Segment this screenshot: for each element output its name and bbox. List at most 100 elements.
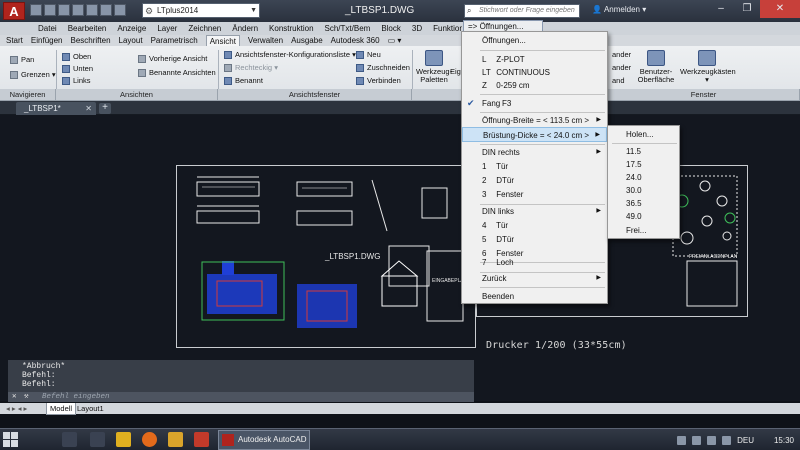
document-tab[interactable]: _LTBSP1* ✕: [16, 102, 96, 115]
view-top-button[interactable]: Oben: [62, 52, 91, 62]
search-input[interactable]: ⌕ Stichwort oder Frage eingeben: [464, 4, 580, 18]
command-line-input[interactable]: ✕ ⚒ Befehl eingeben: [8, 392, 474, 402]
tab-ansicht[interactable]: Ansicht: [205, 35, 240, 46]
tray-icon-2[interactable]: [692, 435, 702, 445]
menu-zeichnen[interactable]: Zeichnen: [188, 24, 221, 33]
named-button[interactable]: Benannt: [224, 76, 263, 86]
menu-bearbeiten[interactable]: Bearbeiten: [68, 24, 107, 33]
panel-title-palettes: [412, 89, 462, 100]
workspace-dropdown[interactable]: ⚙ LTplus2014 ▼: [142, 3, 260, 18]
minimize-icon[interactable]: –: [708, 0, 734, 18]
layout-nav-arrows[interactable]: ◂ ▸ ◂ ▸: [6, 403, 27, 414]
lt-app-icon[interactable]: [116, 432, 131, 447]
menu-item-fang[interactable]: ✔ Fang F3: [462, 96, 607, 111]
tray-icon-3[interactable]: [707, 435, 717, 445]
tab-einfuegen[interactable]: Einfügen: [31, 35, 63, 46]
menu-item-oeffnung-breite[interactable]: Öffnung-Breite = < 113.5 cm > ▶: [462, 113, 607, 128]
red-app-icon[interactable]: [194, 432, 209, 447]
menu-item-zurueck[interactable]: Zurück ▶: [462, 271, 607, 286]
tray-icon-1[interactable]: [677, 435, 687, 445]
window-and-3[interactable]: and: [612, 76, 625, 85]
restore-icon[interactable]: ❐: [734, 0, 760, 18]
tab-autodesk-360[interactable]: Autodesk 360: [331, 35, 380, 46]
tab-start[interactable]: Start: [6, 35, 23, 46]
menu-anzeige[interactable]: Anzeige: [117, 24, 146, 33]
app-icon[interactable]: [90, 432, 105, 447]
autocad-logo-icon[interactable]: A: [3, 2, 25, 20]
tab-layout[interactable]: Layout: [119, 35, 143, 46]
language-indicator[interactable]: DEU: [737, 436, 754, 445]
menu-item-tuer-rechts[interactable]: 1 Tür: [462, 159, 607, 174]
menu-item-tuer-links[interactable]: 4 Tür: [462, 218, 607, 233]
tab-modell[interactable]: Modell: [46, 403, 77, 415]
menu-3d[interactable]: 3D: [412, 24, 422, 33]
join-button[interactable]: Verbinden: [356, 76, 401, 86]
menu-item-bruestung-dicke[interactable]: Brüstung-Dicke = < 24.0 cm > ▶: [462, 127, 607, 142]
new-viewport-button[interactable]: Neu: [356, 50, 381, 60]
close-icon[interactable]: ✕: [760, 0, 800, 18]
tab-beschriften[interactable]: Beschriften: [71, 35, 111, 46]
clip-button[interactable]: Zuschneiden: [356, 63, 410, 73]
pan-button[interactable]: Pan: [10, 55, 34, 65]
menu-layer[interactable]: Layer: [157, 24, 177, 33]
print-icon[interactable]: [86, 4, 98, 16]
menu-aendern[interactable]: Ändern: [232, 24, 258, 33]
firefox-icon[interactable]: [142, 432, 157, 447]
menu-item-dtuer-links[interactable]: 5 DTür: [462, 232, 607, 247]
submenu-item-49-0[interactable]: 49.0: [608, 209, 679, 224]
viewport-config-button[interactable]: Ansichtsfenster-Konfigurationsliste ▾: [224, 50, 356, 60]
window-ander-1[interactable]: ander: [612, 50, 631, 59]
menu-item-din-rechts[interactable]: DIN rechts ▶: [462, 145, 607, 160]
menu-item-oeffnungen[interactable]: Öffnungen...: [462, 33, 607, 48]
grenzen-button[interactable]: Grenzen ▾: [10, 70, 56, 80]
clock[interactable]: 15:30: [774, 436, 794, 445]
tab-ausgabe[interactable]: Ausgabe: [291, 35, 323, 46]
new-tab-button[interactable]: +: [99, 103, 111, 114]
open-file-icon[interactable]: [44, 4, 56, 16]
tab-parametrisch[interactable]: Parametrisch: [151, 35, 198, 46]
submenu-item-holen[interactable]: Holen...: [608, 127, 679, 142]
close-command-icon[interactable]: ✕: [12, 392, 17, 402]
previous-view-button[interactable]: Vorherige Ansicht: [138, 54, 207, 64]
view-bottom-button[interactable]: Unten: [62, 64, 93, 74]
tray-icon-4[interactable]: [722, 435, 732, 445]
menu-item-fenster-rechts[interactable]: 3 Fenster: [462, 187, 607, 202]
windows-start-icon[interactable]: [2, 431, 20, 449]
menu-konstruktion[interactable]: Konstruktion: [269, 24, 313, 33]
submenu-item-frei[interactable]: Frei...: [608, 223, 679, 238]
chevron-down-icon: ▼: [250, 7, 257, 14]
menu-block[interactable]: Block: [381, 24, 401, 33]
menu-item-din-links[interactable]: DIN links ▶: [462, 204, 607, 219]
toolbars-button[interactable]: Werkzeugkästen ▾: [680, 50, 736, 84]
menu-item-loch[interactable]: 7 Loch: [462, 255, 607, 270]
tab-layout1[interactable]: Layout1: [77, 403, 104, 414]
command-wrench-icon[interactable]: ⚒: [24, 392, 29, 402]
tool-palettes-button[interactable]: Werkzeug- Paletten: [414, 50, 454, 84]
user-interface-button[interactable]: Benutzer- Oberfläche: [636, 50, 676, 84]
save-icon[interactable]: [58, 4, 70, 16]
menu-item-dtuer-rechts[interactable]: 2 DTür: [462, 173, 607, 188]
named-views-button[interactable]: Benannte Ansichten: [138, 68, 216, 78]
taskbar-autocad-task[interactable]: Autodesk AutoCAD ...: [218, 430, 310, 450]
undo-icon[interactable]: [100, 4, 112, 16]
new-file-icon[interactable]: [30, 4, 42, 16]
window-ander-2[interactable]: ander: [612, 63, 631, 72]
previous-view-icon: [138, 55, 146, 64]
redo-icon[interactable]: [114, 4, 126, 16]
save-as-icon[interactable]: [72, 4, 84, 16]
ribbon-more-button[interactable]: ▭ ▾: [388, 35, 402, 46]
view-left-button[interactable]: Links: [62, 76, 91, 86]
tab-verwalten[interactable]: Verwalten: [248, 35, 283, 46]
network-app-icon[interactable]: [62, 432, 77, 447]
menu-item-z[interactable]: Z 0-259 cm: [462, 78, 607, 93]
rectangular-button[interactable]: Rechteckig ▾: [224, 63, 278, 73]
drawing-canvas[interactable]: _LTBSP1.DWG EINGABEPLAN FREIANLAGENPLAN …: [0, 115, 800, 401]
close-tab-icon[interactable]: ✕: [85, 102, 92, 115]
system-tray: DEU 15:30: [677, 429, 794, 450]
folder-icon[interactable]: [168, 432, 183, 447]
menu-funktion[interactable]: Funktion: [433, 24, 464, 33]
menu-sch-txt-bem[interactable]: Sch/Txt/Bem: [325, 24, 371, 33]
menu-item-beenden[interactable]: Beenden: [462, 289, 607, 304]
menu-datei[interactable]: Datei: [38, 24, 57, 33]
login-button[interactable]: 👤 Anmelden ▾: [592, 5, 646, 14]
